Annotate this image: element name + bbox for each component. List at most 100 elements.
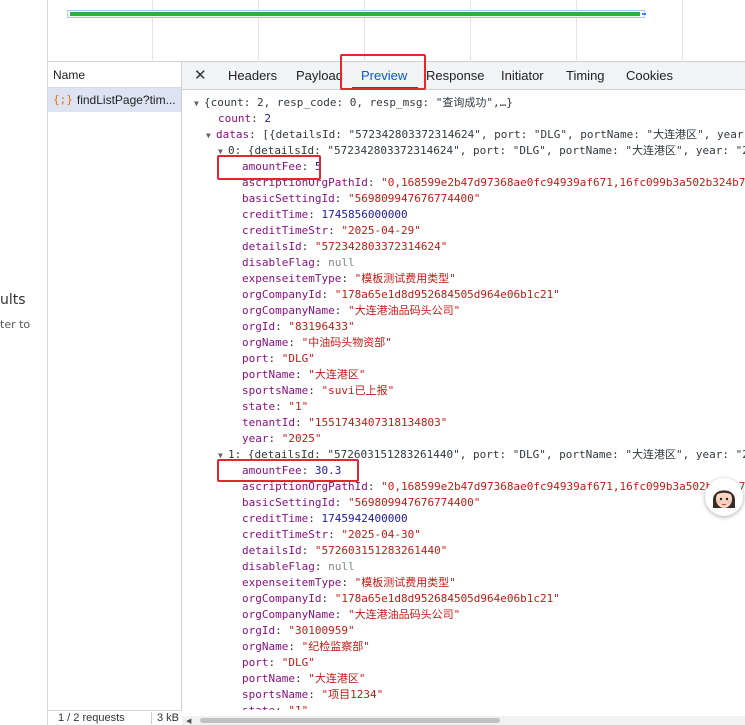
json-field-row: creditTimeStr: "2025-04-30": [242, 527, 421, 543]
horizontal-scrollbar[interactable]: ◀: [182, 716, 745, 725]
json-field-row: state: "1": [242, 703, 308, 710]
network-status-bar: 1 / 2 requests 3 kB: [48, 710, 182, 725]
triangle-down-icon[interactable]: ▼: [206, 128, 216, 144]
json-key: tenantId: [242, 416, 295, 429]
json-field-row: orgName: "中油码头物资部": [242, 335, 392, 351]
network-timeline-overview[interactable]: [48, 0, 745, 62]
json-colon: :: [334, 304, 348, 317]
json-colon: :: [334, 608, 348, 621]
json-value: "模板测试费用类型": [354, 576, 456, 589]
json-key: orgName: [242, 640, 289, 653]
json-field-row: orgCompanyId: "178a65e1d8d952684505d964e…: [242, 591, 560, 607]
json-field-row: basicSettingId: "569809947676774400": [242, 495, 480, 511]
tab-timing[interactable]: Timing: [566, 62, 605, 90]
json-value: "1": [288, 704, 308, 710]
json-value: "项目1234": [321, 688, 384, 701]
json-value: null: [328, 256, 355, 269]
timeline-request-bar[interactable]: [70, 12, 640, 16]
triangle-down-icon[interactable]: ▼: [194, 96, 204, 112]
json-colon: :: [268, 432, 282, 445]
json-colon: :: [268, 656, 282, 669]
json-value: "178a65e1d8d952684505d964e06b1c21": [334, 288, 560, 301]
assistant-avatar-icon[interactable]: [705, 478, 743, 516]
left-panel-sliver: ults ter to: [0, 0, 48, 725]
close-icon[interactable]: ✕: [194, 62, 207, 90]
json-value: "DLG": [281, 656, 315, 669]
json-value: "suvi已上报": [321, 384, 395, 397]
json-colon: :: [328, 528, 342, 541]
tab-headers[interactable]: Headers: [228, 62, 277, 90]
json-field-row: orgCompanyName: "大连港油品码头公司": [242, 303, 460, 319]
sliver-text-results: ults: [0, 292, 26, 308]
json-value: "572603151283261440": [314, 544, 448, 557]
highlight-box-amountfee-1: [217, 155, 321, 180]
json-colon: :: [301, 240, 315, 253]
detail-tab-bar: ✕ Headers Payload Preview Response Initi…: [182, 62, 745, 90]
json-colon: :: [314, 560, 329, 573]
transfer-size-status: 3 kB: [157, 712, 180, 724]
tab-cookies[interactable]: Cookies: [626, 62, 673, 90]
json-key: sportsName: [242, 688, 309, 701]
json-field-row: disableFlag: null: [242, 559, 355, 575]
json-colon: :: [268, 352, 282, 365]
json-value: "大连港区": [308, 672, 366, 685]
json-colon: :: [308, 208, 322, 221]
scroll-left-arrow-icon[interactable]: ◀: [186, 717, 191, 725]
json-key: year: [242, 432, 269, 445]
sliver-text-filter: ter to: [0, 318, 31, 331]
json-colon: :: [367, 176, 382, 189]
json-value: "模板测试费用类型": [354, 272, 456, 285]
json-value: 1745942400000: [321, 512, 408, 525]
json-field-row: orgCompanyName: "大连港油品码头公司": [242, 607, 460, 623]
json-field-row: orgId: "83196433": [242, 319, 355, 335]
request-name-label: findListPage?tim...: [76, 93, 176, 107]
json-key: disableFlag: [242, 256, 315, 269]
tree-datas-row[interactable]: ▼ datas: [{detailsId: "572342803372314624…: [206, 127, 745, 143]
json-key: disableFlag: [242, 560, 315, 573]
tab-payload[interactable]: Payload: [296, 62, 343, 90]
json-colon: :: [301, 544, 315, 557]
json-colon: :: [288, 336, 302, 349]
highlight-box-preview-tab: [340, 54, 426, 90]
json-key: expenseitemType: [242, 576, 342, 589]
json-key: port: [242, 352, 269, 365]
json-colon: :: [314, 256, 329, 269]
json-value: "83196433": [288, 320, 355, 333]
name-column-header[interactable]: Name: [48, 62, 181, 88]
tree-root-row[interactable]: ▼ {count: 2, resp_code: 0, resp_msg: "查询成…: [194, 95, 513, 111]
tab-response[interactable]: Response: [426, 62, 485, 90]
json-field-row: tenantId: "1551743407318134803": [242, 415, 447, 431]
json-value: "1": [288, 400, 309, 413]
json-colon: :: [308, 384, 322, 397]
json-field-row: expenseitemType: "模板测试费用类型": [242, 575, 456, 591]
json-key: basicSettingId: [242, 192, 335, 205]
json-colon: :: [308, 512, 322, 525]
json-colon: :: [334, 192, 348, 205]
json-field-row: sportsName: "suvi已上报": [242, 383, 394, 399]
json-value: "2025": [281, 432, 322, 445]
json-colon: :: [275, 400, 289, 413]
json-value: "0,168599e2b47d97368ae0fc94939af671,16fc…: [381, 176, 745, 189]
json-key: orgCompanyName: [242, 304, 335, 317]
scrollbar-thumb[interactable]: [200, 718, 500, 723]
tree-count-row: count: 2: [218, 111, 271, 127]
json-colon: :: [321, 288, 335, 301]
json-key: orgCompanyId: [242, 288, 322, 301]
json-field-row: sportsName: "项目1234": [242, 687, 383, 703]
request-name-column: Name {;} findListPage?tim...: [48, 62, 182, 725]
json-value: "30100959": [288, 624, 355, 637]
json-colon: :: [275, 320, 289, 333]
json-field-row: detailsId: "572342803372314624": [242, 239, 447, 255]
json-key: basicSettingId: [242, 496, 335, 509]
json-key: creditTimeStr: [242, 528, 329, 541]
json-colon: :: [294, 672, 309, 685]
json-value: "大连港油品码头公司": [347, 304, 461, 317]
tab-initiator[interactable]: Initiator: [501, 62, 544, 90]
json-field-row: year: "2025": [242, 431, 322, 447]
json-colon: :: [251, 112, 265, 125]
request-count-status: 1 / 2 requests: [48, 712, 152, 724]
json-key: orgCompanyName: [242, 608, 335, 621]
request-row-selected[interactable]: {;} findListPage?tim...: [48, 88, 181, 112]
datas-summary: [{detailsId: "572342803372314624", port:…: [262, 128, 745, 141]
json-value: "2025-04-29": [341, 224, 421, 237]
